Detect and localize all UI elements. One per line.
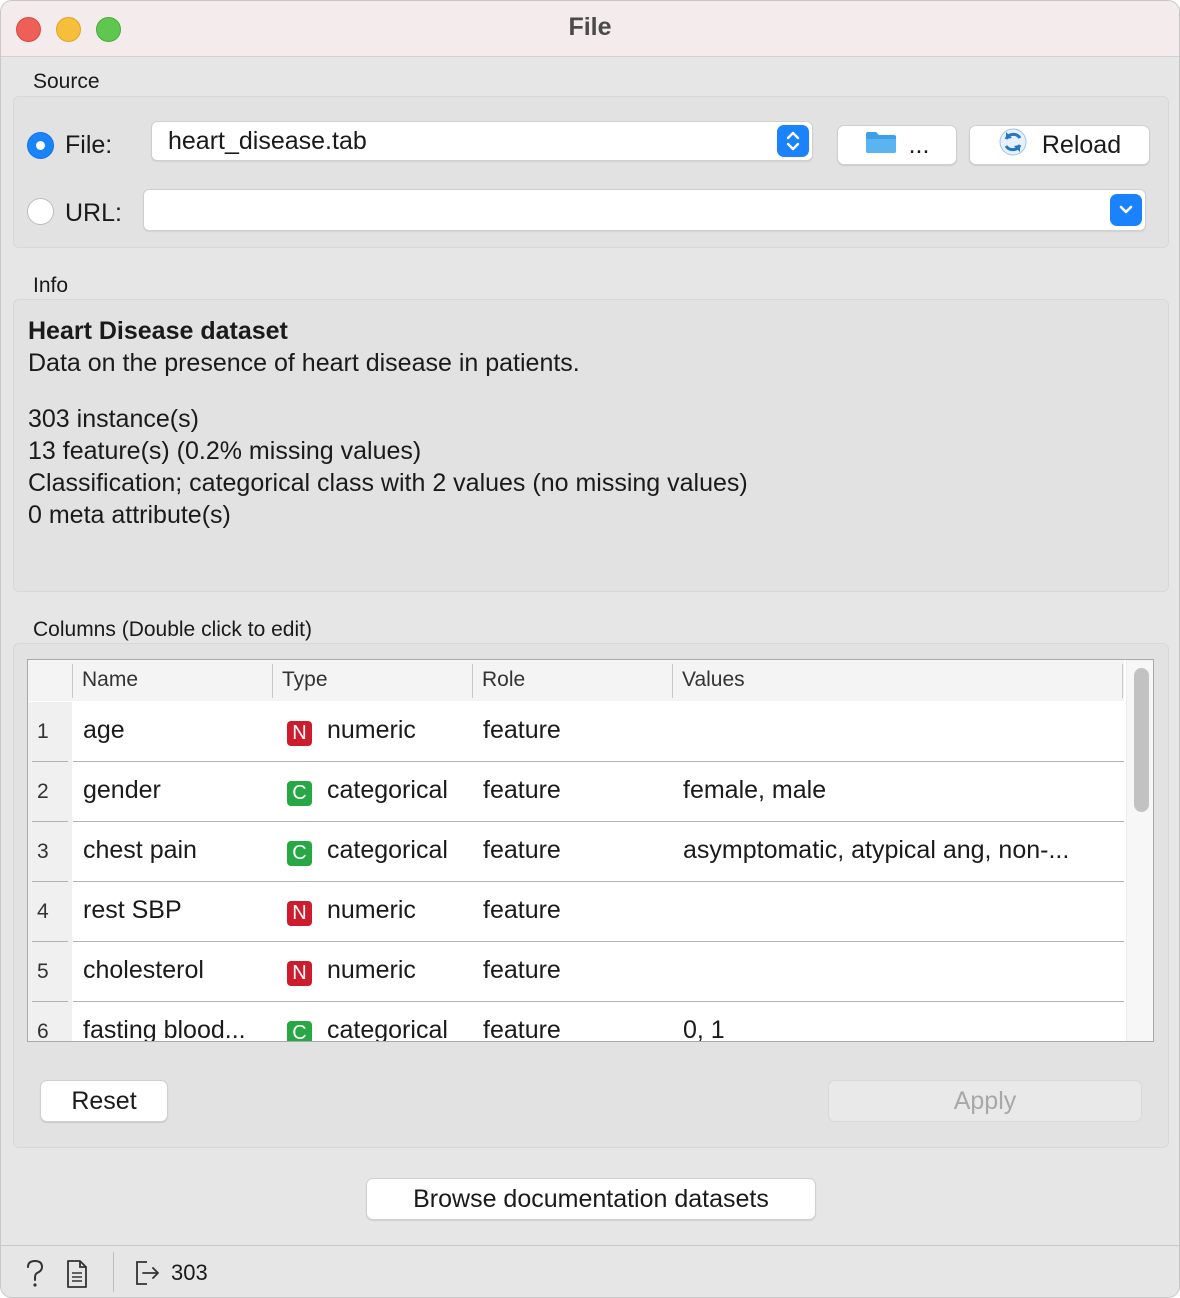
browse-file-button[interactable]: ...	[837, 125, 957, 165]
cell-name[interactable]: cholesterol	[83, 956, 204, 985]
cell-name[interactable]: chest pain	[83, 836, 197, 865]
help-icon[interactable]	[23, 1258, 47, 1293]
header-values[interactable]: Values	[682, 668, 745, 692]
reload-button-label: Reload	[1041, 130, 1122, 159]
header-separator	[272, 664, 273, 698]
output-icon[interactable]	[133, 1258, 163, 1293]
table-row[interactable]: 2 gender Ccategorical feature female, male	[28, 762, 1124, 822]
chevron-down-icon[interactable]	[1110, 194, 1142, 226]
cell-role[interactable]: feature	[483, 836, 561, 865]
reload-icon	[998, 127, 1028, 164]
table-header: Name Type Role Values	[28, 660, 1124, 702]
browse-button-label: ...	[908, 130, 930, 159]
table-row[interactable]: 6 fasting blood... Ccategorical feature 0, 1	[28, 1002, 1124, 1042]
cell-type[interactable]: categorical	[327, 776, 448, 805]
dataset-title: Heart Disease dataset	[28, 317, 288, 345]
info-section-label: Info	[33, 274, 69, 297]
features-count: 13 feature(s) (0.2% missing values)	[28, 437, 422, 465]
header-separator	[472, 664, 473, 698]
header-role[interactable]: Role	[482, 668, 525, 692]
row-number: 3	[37, 840, 49, 863]
instances-count: 303 instance(s)	[28, 405, 199, 433]
file-radio[interactable]	[27, 132, 54, 159]
columns-section-label: Columns (Double click to edit)	[33, 618, 312, 641]
scrollbar-thumb[interactable]	[1134, 668, 1149, 812]
cell-role[interactable]: feature	[483, 776, 561, 805]
table-row[interactable]: 1 age Nnumeric feature	[28, 702, 1124, 762]
apply-button[interactable]: Apply	[828, 1080, 1142, 1122]
output-count: 303	[171, 1260, 208, 1285]
columns-table[interactable]: Name Type Role Values 1 age Nnumeric featur…	[27, 659, 1154, 1042]
reload-button[interactable]: Reload	[969, 125, 1150, 165]
numeric-type-icon: N	[287, 901, 312, 926]
target-description: Classification; categorical class with 2…	[28, 469, 748, 497]
window-title: File	[568, 13, 612, 41]
header-separator	[72, 664, 73, 698]
meta-count: 0 meta attribute(s)	[28, 501, 231, 529]
cell-values[interactable]: female, male	[683, 776, 826, 805]
cell-type[interactable]: categorical	[327, 1016, 448, 1041]
cell-role[interactable]: feature	[483, 1016, 561, 1041]
cell-name[interactable]: age	[83, 716, 125, 745]
source-section-label: Source	[33, 70, 100, 93]
cell-values[interactable]: asymptomatic, atypical ang, non-...	[683, 836, 1069, 865]
cell-name[interactable]: gender	[83, 776, 161, 805]
row-number: 2	[37, 780, 49, 803]
row-number: 1	[37, 720, 49, 743]
row-number: 5	[37, 960, 49, 983]
row-cells[interactable]: rest SBP Nnumeric feature	[73, 882, 1124, 942]
browse-documentation-datasets-button[interactable]: Browse documentation datasets	[366, 1178, 816, 1220]
header-name[interactable]: Name	[82, 668, 138, 692]
row-cells[interactable]: fasting blood... Ccategorical feature 0, 1	[73, 1002, 1124, 1041]
row-cells[interactable]: chest pain Ccategorical feature asymptomati…	[73, 822, 1124, 882]
numeric-type-icon: N	[287, 721, 312, 746]
cell-values[interactable]: 0, 1	[683, 1016, 725, 1041]
row-cells[interactable]: gender Ccategorical feature female, male	[73, 762, 1124, 822]
url-radio[interactable]	[27, 198, 54, 225]
file-radio-label: File:	[65, 131, 113, 159]
header-type[interactable]: Type	[282, 668, 328, 692]
row-number: 6	[37, 1020, 49, 1042]
url-combo[interactable]	[143, 189, 1146, 231]
row-cells[interactable]: cholesterol Nnumeric feature	[73, 942, 1124, 1002]
reset-button[interactable]: Reset	[40, 1080, 168, 1122]
header-separator	[672, 664, 673, 698]
cell-role[interactable]: feature	[483, 896, 561, 925]
cell-role[interactable]: feature	[483, 716, 561, 745]
cell-role[interactable]: feature	[483, 956, 561, 985]
cell-name[interactable]: rest SBP	[83, 896, 182, 925]
cell-type[interactable]: numeric	[327, 956, 416, 985]
row-number: 4	[37, 900, 49, 923]
status-bar: 303	[1, 1245, 1179, 1297]
categorical-type-icon: C	[287, 781, 312, 806]
file-path-value: heart_disease.tab	[168, 127, 367, 155]
categorical-type-icon: C	[287, 1021, 312, 1041]
table-row[interactable]: 3 chest pain Ccategorical feature asymptomat…	[28, 822, 1124, 882]
dataset-description: Data on the presence of heart disease in…	[28, 349, 580, 377]
file-path-combo[interactable]: heart_disease.tab	[151, 121, 813, 161]
cell-type[interactable]: numeric	[327, 716, 416, 745]
up-down-chevron-icon[interactable]	[777, 125, 809, 157]
url-radio-label: URL:	[65, 199, 122, 227]
numeric-type-icon: N	[287, 961, 312, 986]
table-row[interactable]: 5 cholesterol Nnumeric feature	[28, 942, 1124, 1002]
folder-icon	[865, 130, 897, 161]
table-scrollbar[interactable]	[1126, 660, 1153, 1041]
file-widget-window: File Source File: heart_disease.tab ... …	[0, 0, 1180, 1298]
cell-type[interactable]: categorical	[327, 836, 448, 865]
title-bar: File	[1, 1, 1179, 57]
report-icon[interactable]	[65, 1259, 89, 1294]
table-row[interactable]: 4 rest SBP Nnumeric feature	[28, 882, 1124, 942]
cell-name[interactable]: fasting blood...	[83, 1016, 246, 1041]
cell-type[interactable]: numeric	[327, 896, 416, 925]
row-cells[interactable]: age Nnumeric feature	[73, 702, 1124, 762]
categorical-type-icon: C	[287, 841, 312, 866]
status-separator	[113, 1252, 114, 1292]
source-group: File: heart_disease.tab ... Reload URL:	[13, 96, 1169, 248]
header-separator	[1122, 664, 1123, 698]
